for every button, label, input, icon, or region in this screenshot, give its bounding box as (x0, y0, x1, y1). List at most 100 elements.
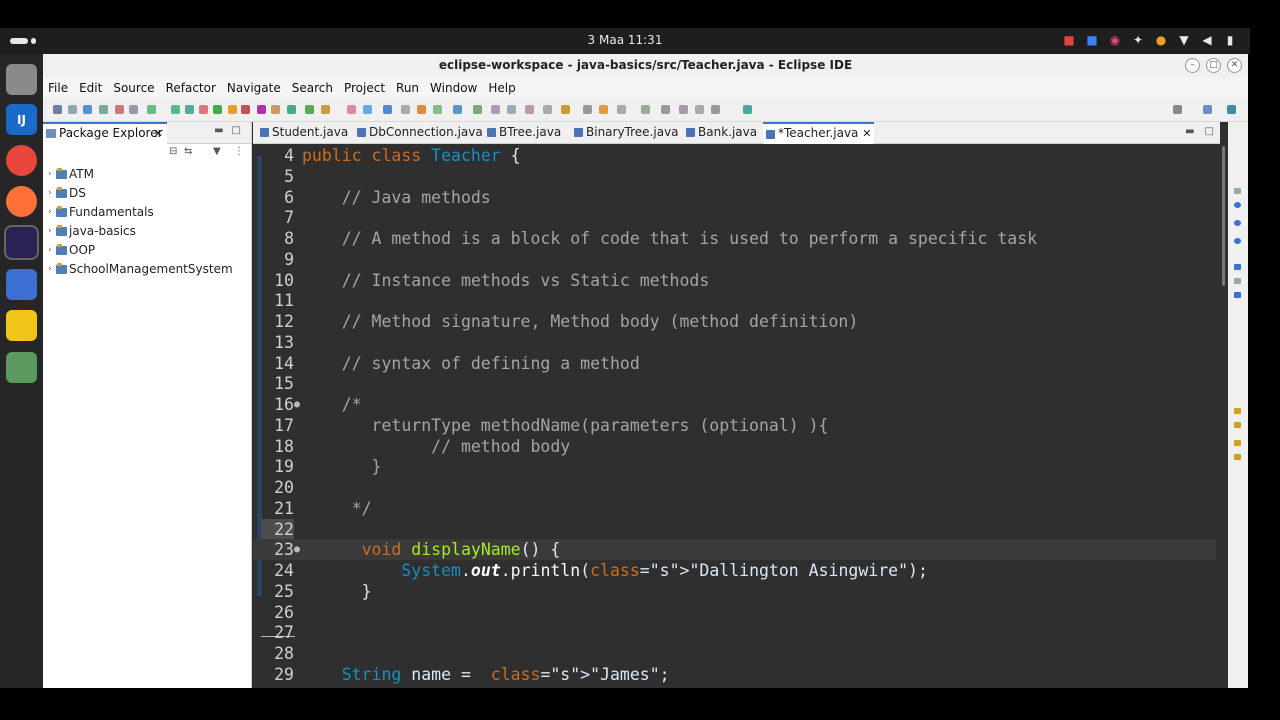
toolbar-button[interactable] (383, 105, 392, 114)
project-item[interactable]: › DS (43, 184, 251, 203)
chevron-right-icon[interactable]: › (48, 241, 52, 260)
info-icon[interactable] (1234, 220, 1241, 226)
view-menu-icon[interactable]: ⋮ (234, 146, 244, 157)
code-editor[interactable]: 4 public class Teacher {5 6 // Java method… (253, 144, 1220, 688)
ruler-marker-icon[interactable] (1234, 292, 1241, 298)
tab-package-explorer[interactable]: Package Explorer ✕ (43, 122, 167, 144)
maximize-view-icon[interactable]: □ (232, 125, 241, 136)
toolbar-button[interactable] (417, 105, 426, 114)
wifi-icon[interactable]: ▼ (1178, 33, 1190, 47)
toolbar-button[interactable] (171, 105, 180, 114)
toolbar-button[interactable] (53, 105, 62, 114)
volume-icon[interactable]: ◀ (1201, 33, 1213, 47)
accessibility-icon[interactable]: ✦ (1132, 33, 1144, 47)
menu-window[interactable]: Window (430, 81, 477, 95)
text-editor-icon[interactable] (6, 310, 37, 341)
toolbar-button[interactable] (599, 105, 608, 114)
code-line[interactable]: 7 (253, 207, 1216, 228)
editor-tab[interactable]: Student.java (257, 122, 348, 144)
menu-navigate[interactable]: Navigate (227, 81, 281, 95)
link-with-editor-icon[interactable]: ⇆ (184, 146, 192, 157)
chevron-right-icon[interactable]: › (48, 184, 52, 203)
toolbar-button[interactable] (83, 105, 92, 114)
warning-marker[interactable] (1234, 440, 1241, 446)
collapse-all-icon[interactable]: ⊟ (169, 146, 177, 157)
editor-tab[interactable]: DbConnection.java (354, 122, 483, 144)
trash-icon[interactable] (6, 352, 37, 383)
scroll-thumb[interactable] (1222, 146, 1225, 286)
microphone-icon[interactable]: ● (1155, 33, 1167, 47)
maximize-editor-icon[interactable]: □ (1205, 126, 1214, 137)
toolbar-button[interactable] (543, 105, 552, 114)
toolbar-button[interactable] (129, 105, 138, 114)
code-line[interactable]: 11 (253, 290, 1216, 311)
code-line[interactable]: 19 } (253, 456, 1216, 477)
code-line[interactable]: 12 // Method signature, Method body (met… (253, 311, 1216, 332)
code-line[interactable]: 23 ● void displayName() { (253, 539, 1216, 561)
toolbar-button[interactable] (525, 105, 534, 114)
menu-run[interactable]: Run (396, 81, 419, 95)
code-line[interactable]: 10 // Instance methods vs Static methods (253, 270, 1216, 291)
toolbar-button[interactable] (347, 105, 356, 114)
toolbar-button[interactable] (199, 105, 208, 114)
java-perspective-icon[interactable] (1227, 105, 1236, 114)
toolbar-button[interactable] (661, 105, 670, 114)
toolbar-button[interactable] (433, 105, 442, 114)
toolbar-button[interactable] (679, 105, 688, 114)
toolbar-button[interactable] (695, 105, 704, 114)
fold-icon[interactable]: ● (294, 394, 300, 415)
toolbar-button[interactable] (115, 105, 124, 114)
project-item[interactable]: › SchoolManagementSystem (43, 260, 251, 279)
toolbar-button[interactable] (453, 105, 462, 114)
close-tab-icon[interactable]: ✕ (862, 124, 871, 143)
toolbar-button[interactable] (185, 105, 194, 114)
open-perspective-icon[interactable] (1203, 105, 1212, 114)
warning-marker[interactable] (1234, 408, 1241, 414)
menu-help[interactable]: Help (488, 81, 515, 95)
search-icon[interactable] (1173, 105, 1182, 114)
toolbar-button[interactable] (641, 105, 650, 114)
project-item[interactable]: › OOP (43, 241, 251, 260)
screen-share-icon[interactable]: ■ (1086, 33, 1098, 47)
intellij-icon[interactable]: IJ (6, 104, 37, 135)
code-line[interactable]: 4 public class Teacher { (253, 145, 1216, 166)
close-button[interactable]: ✕ (1227, 58, 1242, 73)
code-line[interactable]: 9 (253, 249, 1216, 270)
code-line[interactable]: 16 ● /* (253, 394, 1216, 415)
toolbar-button[interactable] (561, 105, 570, 114)
menu-file[interactable]: File (48, 81, 68, 95)
ruler-marker-icon[interactable] (1234, 264, 1241, 270)
ruler-marker-icon[interactable] (1234, 188, 1241, 194)
toolbar-button[interactable] (743, 105, 752, 114)
toolbar-button[interactable] (213, 105, 222, 114)
toolbar-button[interactable] (241, 105, 250, 114)
menu-refactor[interactable]: Refactor (166, 81, 216, 95)
code-line[interactable]: 18 // method body (253, 436, 1216, 457)
chevron-right-icon[interactable]: › (48, 165, 52, 184)
menu-source[interactable]: Source (113, 81, 154, 95)
files-icon[interactable] (6, 64, 37, 95)
code-line[interactable]: 14 // syntax of defining a method (253, 353, 1216, 374)
code-line[interactable]: 5 (253, 166, 1216, 187)
menu-edit[interactable]: Edit (79, 81, 102, 95)
chevron-right-icon[interactable]: › (48, 222, 52, 241)
code-line[interactable]: 25 } (253, 581, 1216, 602)
toolbar-button[interactable] (68, 105, 77, 114)
warning-marker[interactable] (1234, 454, 1241, 460)
window-title-bar[interactable]: eclipse-workspace - java-basics/src/Teac… (43, 54, 1248, 77)
color-picker-icon[interactable]: ◉ (1109, 33, 1121, 47)
code-line[interactable]: 24 System.out.println(class="s">"Dalling… (253, 560, 1216, 581)
toolbar-button[interactable] (271, 105, 280, 114)
editor-tab[interactable]: *Teacher.java ✕ (763, 122, 875, 144)
view-filter-icon[interactable]: ▼ (213, 146, 221, 157)
ruler-marker-icon[interactable] (1234, 278, 1241, 284)
editor-tab[interactable]: BinaryTree.java (571, 122, 679, 144)
code-line[interactable]: 27 (253, 622, 1216, 643)
screenshot-icon[interactable] (6, 269, 37, 300)
code-line[interactable]: 17 returnType methodName(parameters (opt… (253, 415, 1216, 436)
toolbar-button[interactable] (321, 105, 330, 114)
code-line[interactable]: 13 (253, 332, 1216, 353)
info-icon[interactable] (1234, 238, 1241, 244)
system-tray[interactable]: ■ ■ ◉ ✦ ● ▼ ◀ ▮ (1063, 33, 1236, 47)
toolbar-button[interactable] (305, 105, 314, 114)
